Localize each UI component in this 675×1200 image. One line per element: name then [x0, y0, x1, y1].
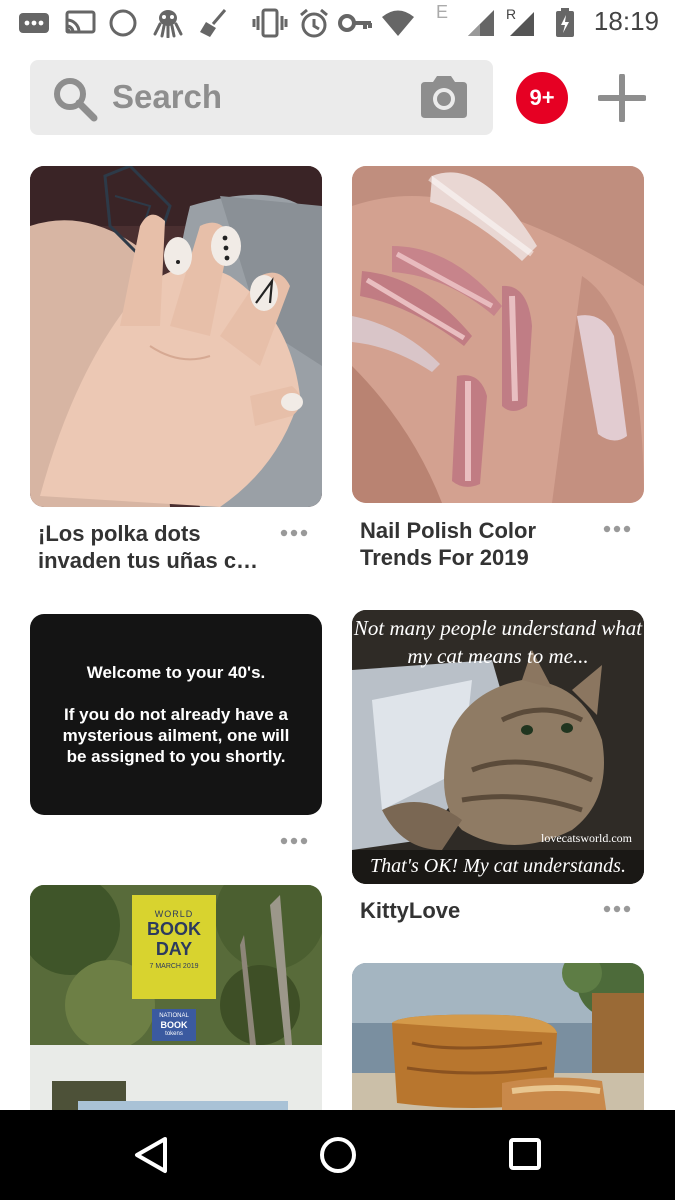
pin-image-world-book-day[interactable]: WORLD BOOK DAY 7 MARCH 2019 NATIONAL BOO… [30, 885, 322, 1145]
tokens-line: BOOK [160, 1020, 188, 1030]
pin-image-cat-meme[interactable]: Not many people understand what my cat m… [352, 610, 644, 884]
quote-card-line: Welcome to your 40's. [86, 663, 266, 682]
pin-image-rose-gold-nails[interactable] [352, 166, 644, 503]
pin-image-polka-nails[interactable] [30, 166, 322, 507]
night-mode-icon [109, 9, 137, 37]
badge-line: BOOK [147, 919, 201, 939]
pin-title[interactable]: Nail Polish Color Trends For 2019 [360, 517, 570, 571]
vibrate-icon [252, 8, 288, 38]
battery-charging-icon [556, 8, 574, 37]
status-bar: E R 18:19 [0, 0, 675, 46]
octopus-icon [153, 10, 183, 38]
network-type-label: E [436, 2, 449, 22]
world-book-day-badge: WORLD BOOK DAY 7 MARCH 2019 [132, 895, 216, 999]
back-icon[interactable] [134, 1136, 168, 1174]
broom-icon [200, 9, 227, 37]
tokens-line: tokens [165, 1031, 183, 1037]
cast-icon [65, 10, 96, 34]
more-options-icon[interactable] [280, 529, 308, 537]
notification-badge[interactable]: 9+ [516, 72, 568, 124]
home-icon[interactable] [319, 1136, 357, 1174]
cat-meme-top-text: Not many people understand what my cat m… [353, 616, 643, 668]
tokens-line: NATIONAL [159, 1013, 189, 1019]
add-pin-icon[interactable] [598, 74, 646, 122]
rose-gold-glitter-nails-image [352, 166, 644, 503]
cat-meme-bottom-text: That's OK! My cat understands. [370, 855, 626, 877]
message-icon [19, 13, 49, 33]
key-icon [338, 14, 372, 32]
search-input[interactable]: Search [112, 78, 222, 116]
android-nav-bar [0, 1110, 675, 1200]
status-time: 18:19 [593, 6, 659, 36]
book-tokens-logo: NATIONAL BOOK tokens [152, 1009, 196, 1041]
camera-icon[interactable] [417, 74, 471, 120]
alarm-icon [300, 8, 328, 38]
badge-line: 7 MARCH 2019 [149, 963, 199, 970]
cat-meme-watermark: lovecatsworld.com [541, 831, 632, 845]
pin-title[interactable]: ¡Los polka dots invaden tus uñas c… [38, 520, 278, 574]
more-options-icon[interactable] [280, 837, 308, 845]
badge-line: DAY [155, 939, 193, 959]
pin-image-quote-card[interactable]: Welcome to your 40's. If you do not alre… [30, 614, 322, 815]
signal-roaming-icon [510, 12, 534, 36]
recents-icon[interactable] [508, 1136, 542, 1172]
quote-card-line: If you do not already have a mysterious … [62, 705, 290, 766]
pin-title[interactable]: KittyLove [360, 897, 570, 924]
more-options-icon[interactable] [603, 525, 631, 533]
search-bar[interactable]: Search [30, 60, 493, 135]
wifi-icon [382, 10, 414, 36]
badge-line: WORLD [154, 909, 194, 919]
signal-icon [468, 10, 494, 36]
more-options-icon[interactable] [603, 905, 631, 913]
search-icon [54, 78, 98, 122]
nail-art-polka-dots-image [30, 166, 322, 507]
